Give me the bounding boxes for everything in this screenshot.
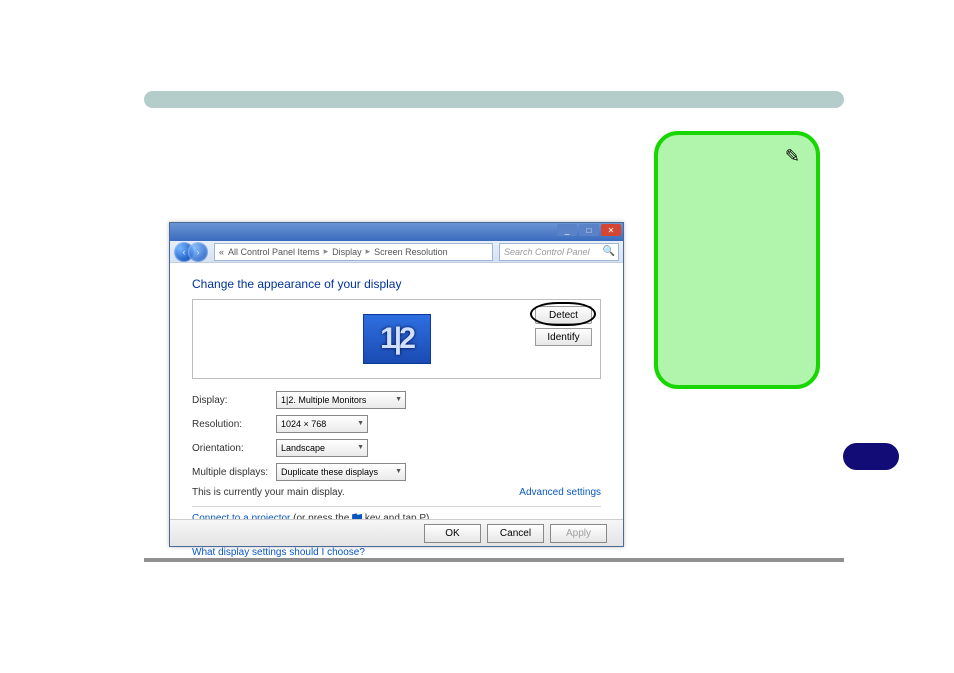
- breadcrumb[interactable]: « All Control Panel Items ▸ Display ▸ Sc…: [214, 243, 493, 261]
- dialog-footer: OK Cancel Apply: [170, 519, 623, 546]
- resolution-select[interactable]: 1024 × 768▼: [276, 415, 368, 433]
- breadcrumb-lead: «: [219, 247, 224, 257]
- chevron-right-icon: ▸: [324, 246, 329, 257]
- ok-button[interactable]: OK: [424, 524, 481, 543]
- forward-button[interactable]: ›: [188, 242, 208, 262]
- display-label: Display:: [192, 395, 276, 406]
- search-input[interactable]: Search Control Panel 🔍: [499, 243, 619, 261]
- detect-button[interactable]: Detect: [535, 306, 592, 324]
- monitor-thumbnail[interactable]: 1|2: [363, 314, 431, 364]
- orientation-label: Orientation:: [192, 443, 276, 454]
- breadcrumb-item[interactable]: Screen Resolution: [374, 247, 448, 257]
- cancel-button[interactable]: Cancel: [487, 524, 544, 543]
- maximize-button[interactable]: □: [579, 224, 599, 236]
- close-button[interactable]: ✕: [601, 224, 621, 236]
- advanced-settings-link[interactable]: Advanced settings: [519, 487, 601, 498]
- monitor-preview-area[interactable]: 1|2 Detect Identify: [192, 299, 601, 379]
- resolution-label: Resolution:: [192, 419, 276, 430]
- note-box: ✎: [654, 131, 820, 389]
- chevron-down-icon: ▼: [395, 396, 402, 403]
- header-pill: [144, 91, 844, 108]
- search-icon: 🔍: [603, 246, 615, 257]
- display-select[interactable]: 1|2. Multiple Monitors▼: [276, 391, 406, 409]
- main-display-text: This is currently your main display.: [192, 487, 345, 498]
- bottom-divider: [144, 558, 844, 562]
- display-help-link[interactable]: What display settings should I choose?: [192, 547, 601, 558]
- apply-button[interactable]: Apply: [550, 524, 607, 543]
- search-placeholder: Search Control Panel: [504, 247, 590, 257]
- chevron-down-icon: ▼: [395, 468, 402, 475]
- page-title: Change the appearance of your display: [192, 277, 601, 291]
- identify-button[interactable]: Identify: [535, 328, 592, 346]
- pencil-icon: ✎: [785, 145, 800, 168]
- capsule-button[interactable]: [843, 443, 899, 470]
- breadcrumb-item[interactable]: Display: [332, 247, 362, 257]
- chevron-right-icon: ▸: [366, 246, 371, 257]
- multiple-displays-select[interactable]: Duplicate these displays▼: [276, 463, 406, 481]
- window-titlebar[interactable]: _ □ ✕: [170, 223, 623, 241]
- minimize-button[interactable]: _: [557, 224, 577, 236]
- dialog-body: Change the appearance of your display 1|…: [170, 263, 623, 521]
- chevron-down-icon: ▼: [357, 420, 364, 427]
- multiple-displays-label: Multiple displays:: [192, 467, 276, 478]
- divider: [192, 506, 601, 507]
- screen-resolution-window: _ □ ✕ ‹ › « All Control Panel Items ▸ Di…: [169, 222, 624, 547]
- address-bar: ‹ › « All Control Panel Items ▸ Display …: [170, 241, 623, 263]
- chevron-down-icon: ▼: [357, 444, 364, 451]
- orientation-select[interactable]: Landscape▼: [276, 439, 368, 457]
- breadcrumb-item[interactable]: All Control Panel Items: [228, 247, 320, 257]
- monitor-ids: 1|2: [380, 322, 413, 356]
